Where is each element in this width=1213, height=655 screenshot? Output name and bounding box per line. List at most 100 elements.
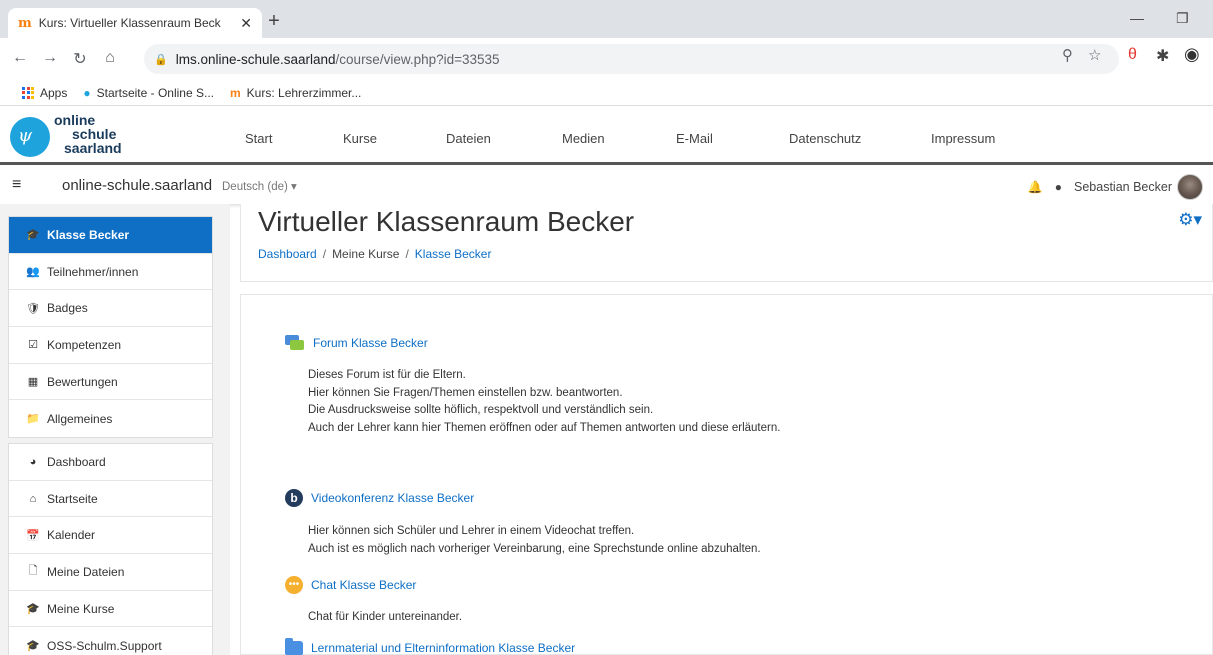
page-header: Virtueller Klassenraum Becker Dashboard … [240, 204, 1213, 282]
avatar[interactable] [1177, 174, 1203, 200]
drawer-item-oss-support[interactable]: 🎓 OSS-Schulm.Support [9, 627, 212, 655]
site-nav-group: ◕ Dashboard ⌂ Startseite 📅 Kalender 🗋 Me… [8, 443, 213, 655]
activity-name: Videokonferenz Klasse Becker [311, 491, 475, 505]
profile-icon[interactable]: ◉ [1184, 44, 1200, 65]
table-icon: ▦ [27, 376, 39, 389]
url-path: /course/view.php?id=33535 [335, 51, 500, 67]
url-host: lms.online-schule.saarland [175, 51, 336, 67]
dashboard-icon: ◕ [29, 455, 37, 468]
drawer-item-allgemeines[interactable]: 📁 Allgemeines [9, 400, 212, 437]
breadcrumb-dashboard[interactable]: Dashboard [258, 247, 317, 261]
user-area: 🔔 ● Sebastian Becker [1028, 174, 1203, 200]
address-bar: ← → ↻ ⌂ 🔒 lms.online-schule.saarland/cou… [0, 38, 1213, 80]
site-header: ψ online schule saarland Start Kurse Dat… [0, 107, 1213, 165]
drawer-item-meine-dateien[interactable]: 🗋 Meine Dateien [9, 554, 212, 591]
chat-description: Chat für Kinder untereinander. [308, 611, 463, 623]
checkbox-icon: ☑ [28, 339, 38, 352]
home-icon: ⌂ [29, 492, 37, 505]
language-selector[interactable]: Deutsch (de) ▾ [222, 179, 297, 193]
drawer-item-teilnehmer[interactable]: 👥 Teilnehmer/innen [9, 254, 212, 291]
lock-icon: 🔒 [154, 53, 168, 66]
nav-kurse[interactable]: Kurse [343, 131, 377, 146]
drawer-item-kompetenzen[interactable]: ☑ Kompetenzen [9, 327, 212, 364]
graduation-cap-icon: 🎓 [26, 229, 40, 242]
nav-impressum[interactable]: Impressum [931, 131, 995, 146]
drawer-item-bewertungen[interactable]: ▦ Bewertungen [9, 364, 212, 401]
folder-icon [285, 638, 303, 655]
drawer-item-startseite[interactable]: ⌂ Startseite [9, 481, 212, 518]
url-field[interactable]: 🔒 lms.online-schule.saarland/course/view… [144, 44, 1119, 74]
forward-icon[interactable]: → [40, 49, 60, 67]
drawer-item-kalender[interactable]: 📅 Kalender [9, 517, 212, 555]
activity-folder[interactable]: Lernmaterial und Elterninformation Klass… [285, 638, 576, 655]
apps-grid-icon [22, 86, 34, 99]
bigbluebutton-icon: b [285, 489, 303, 507]
new-tab-icon[interactable]: + [262, 10, 286, 33]
activity-name: Lernmaterial und Elterninformation Klass… [311, 641, 576, 655]
tab-close-icon[interactable]: ✕ [240, 15, 252, 32]
bookmark-label: Startseite - Online S... [96, 85, 214, 100]
user-name[interactable]: Sebastian Becker [1074, 180, 1172, 194]
browser-tab-bar: m Kurs: Virtueller Klassenraum Beck ✕ + … [0, 0, 1213, 38]
breadcrumb: Dashboard / Meine Kurse / Klasse Becker [258, 247, 491, 261]
drawer-item-klasse-becker[interactable]: 🎓 Klasse Becker [9, 217, 212, 254]
course-nav-group: 🎓 Klasse Becker 👥 Teilnehmer/innen 🛡 Bad… [8, 216, 213, 439]
breadcrumb-separator: / [322, 247, 327, 261]
drawer-item-badges[interactable]: 🛡 Badges [9, 290, 212, 328]
messages-icon[interactable]: ● [1055, 180, 1062, 194]
bookmark-label: Kurs: Lehrerzimmer... [246, 85, 362, 100]
forum-icon [285, 335, 305, 351]
nav-dateien[interactable]: Dateien [446, 131, 491, 146]
breadcrumb-meine-kurse[interactable]: Meine Kurse [332, 247, 399, 261]
folder-icon: 📁 [26, 413, 40, 426]
activity-videokonferenz[interactable]: b Videokonferenz Klasse Becker [285, 489, 474, 507]
nav-email[interactable]: E-Mail [676, 131, 713, 146]
gear-icon[interactable]: ⚙▾ [1178, 210, 1202, 230]
back-icon[interactable]: ← [10, 49, 30, 67]
activity-name: Forum Klasse Becker [313, 336, 428, 350]
video-description: Hier können sich Schüler und Lehrer in e… [308, 525, 761, 555]
moodle-favicon-icon: m [18, 15, 32, 31]
drawer-item-dashboard[interactable]: ◕ Dashboard [9, 444, 212, 481]
tab-title: Kurs: Virtueller Klassenraum Beck [38, 16, 221, 30]
minimize-icon[interactable]: — [1130, 10, 1144, 26]
shield-icon: 🛡 [26, 302, 40, 315]
graduation-cap-icon: 🎓 [26, 640, 40, 653]
browser-tab[interactable]: m Kurs: Virtueller Klassenraum Beck ✕ [8, 8, 262, 38]
notification-bell-icon[interactable]: 🔔 [1028, 180, 1043, 194]
bookmark-label: Apps [40, 85, 68, 100]
activity-chat[interactable]: ••• Chat Klasse Becker [285, 576, 416, 594]
file-icon: 🗋 [28, 565, 38, 578]
zoom-icon[interactable]: ⚲ [1062, 46, 1073, 64]
activity-name: Chat Klasse Becker [311, 578, 417, 592]
activity-forum[interactable]: Forum Klasse Becker [285, 335, 428, 351]
nav-datenschutz[interactable]: Datenschutz [789, 131, 861, 146]
nav-drawer: 🎓 Klasse Becker 👥 Teilnehmer/innen 🛡 Bad… [0, 204, 230, 655]
extensions-puzzle-icon[interactable]: ✱ [1156, 46, 1169, 66]
calendar-icon: 📅 [26, 529, 40, 542]
site-name[interactable]: online-schule.saarland [62, 177, 212, 194]
moodle-favicon-icon: m [230, 85, 241, 100]
extension-shield-icon[interactable]: θ [1128, 46, 1137, 64]
page-title: Virtueller Klassenraum Becker [258, 206, 635, 237]
hamburger-menu-icon[interactable]: ≡ [12, 176, 21, 194]
reload-icon[interactable]: ↻ [70, 49, 90, 69]
chevron-down-icon: ▾ [291, 181, 297, 193]
bookmarks-bar: Apps ● Startseite - Online S... m Kurs: … [0, 80, 1213, 106]
chat-icon: ••• [285, 576, 303, 594]
breadcrumb-klasse-becker[interactable]: Klasse Becker [415, 247, 492, 261]
restore-icon[interactable]: ❐ [1176, 10, 1189, 27]
users-icon: 👥 [26, 266, 40, 279]
home-icon[interactable]: ⌂ [100, 49, 120, 67]
nav-medien[interactable]: Medien [562, 131, 605, 146]
main-navigation: Start Kurse Dateien Medien E-Mail Datens… [0, 107, 1213, 165]
bookmark-startseite[interactable]: ● Startseite - Online S... [83, 86, 214, 100]
drawer-item-meine-kurse[interactable]: 🎓 Meine Kurse [9, 591, 212, 628]
course-content: Forum Klasse Becker Dieses Forum ist für… [240, 294, 1213, 655]
bookmark-lehrerzimmer[interactable]: m Kurs: Lehrerzimmer... [230, 86, 361, 100]
bookmark-star-icon[interactable]: ☆ [1088, 46, 1101, 64]
breadcrumb-separator: / [405, 247, 409, 261]
nav-start[interactable]: Start [245, 131, 272, 146]
bookmark-apps[interactable]: Apps [22, 86, 67, 100]
forum-description: Dieses Forum ist für die Eltern. Hier kö… [308, 369, 781, 434]
